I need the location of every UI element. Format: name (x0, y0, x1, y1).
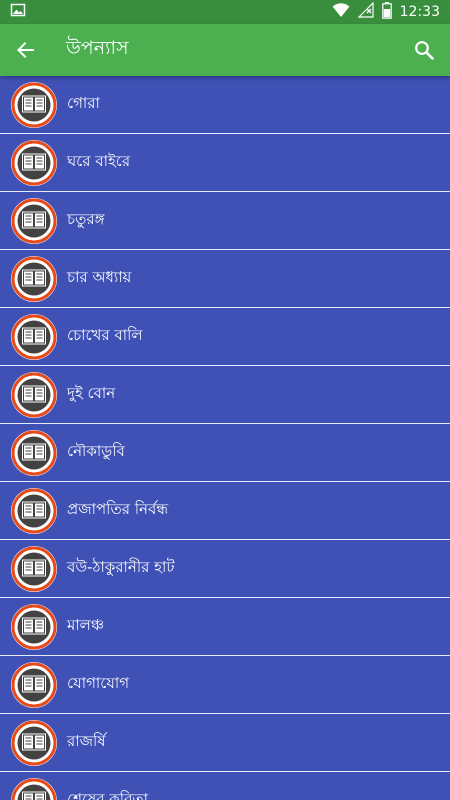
novel-title: নৌকাডুবি (67, 442, 125, 460)
novel-item[interactable]: ঘরে বাইরে (0, 134, 450, 192)
wifi-icon (332, 2, 350, 22)
book-icon (11, 197, 57, 244)
book-icon (11, 545, 57, 592)
novel-item[interactable]: শেষের কবিতা (0, 772, 450, 800)
novel-title: ঘরে বাইরে (67, 152, 131, 170)
novel-title: দুই বোন (67, 384, 116, 402)
arrow-back-icon (17, 42, 34, 58)
novel-item[interactable]: দুই বোন (0, 366, 450, 424)
novel-title: যোগাযোগ (67, 674, 130, 692)
book-icon (11, 777, 57, 800)
novel-item[interactable]: মালঞ্চ (0, 598, 450, 656)
novel-title: চতুরঙ্গ (67, 210, 105, 228)
novel-title: চোখের বালি (67, 326, 143, 344)
novel-item[interactable]: চোখের বালি (0, 308, 450, 366)
novel-title: বউ-ঠাকুরানীর হাট (67, 558, 175, 576)
book-icon (11, 603, 57, 650)
battery-icon (381, 1, 392, 23)
novel-item[interactable]: বউ-ঠাকুরানীর হাট (0, 540, 450, 598)
novel-title: মালঞ্চ (67, 616, 104, 634)
novel-item[interactable]: নৌকাডুবি (0, 424, 450, 482)
book-icon (11, 255, 57, 302)
book-icon (11, 719, 57, 766)
novel-item[interactable]: যোগাযোগ (0, 656, 450, 714)
no-signal-icon (357, 1, 374, 22)
back-button[interactable] (0, 24, 52, 76)
status-right: 12:33 (332, 1, 440, 23)
novel-item[interactable]: রাজর্ষি (0, 714, 450, 772)
app-bar: উপন্যাস (0, 24, 450, 76)
search-button[interactable] (398, 24, 450, 76)
book-icon (11, 139, 57, 186)
book-icon (11, 313, 57, 360)
book-icon (11, 371, 57, 418)
status-time: 12:33 (399, 4, 440, 20)
novel-title: শেষের কবিতা (67, 790, 149, 800)
novel-item[interactable]: গোরা (0, 76, 450, 134)
novel-item[interactable]: চতুরঙ্গ (0, 192, 450, 250)
page-title: উপন্যাস (66, 37, 129, 59)
novel-item[interactable]: প্রজাপতির নির্বন্ধ (0, 482, 450, 540)
status-bar: 12:33 (0, 0, 450, 24)
image-icon (10, 2, 26, 22)
book-icon (11, 487, 57, 534)
novel-item[interactable]: চার অধ্যায় (0, 250, 450, 308)
novel-title: গোরা (67, 94, 100, 112)
book-icon (11, 429, 57, 476)
novel-title: চার অধ্যায় (67, 268, 132, 286)
novel-title: রাজর্ষি (67, 732, 106, 750)
novel-title: প্রজাপতির নির্বন্ধ (67, 500, 169, 518)
book-icon (11, 661, 57, 708)
book-icon (11, 81, 57, 128)
novel-list: গোরা ঘরে বাইরে চতুরঙ্গ চার অধ্যায় চোখের বাল… (0, 76, 450, 800)
search-icon (415, 41, 434, 60)
